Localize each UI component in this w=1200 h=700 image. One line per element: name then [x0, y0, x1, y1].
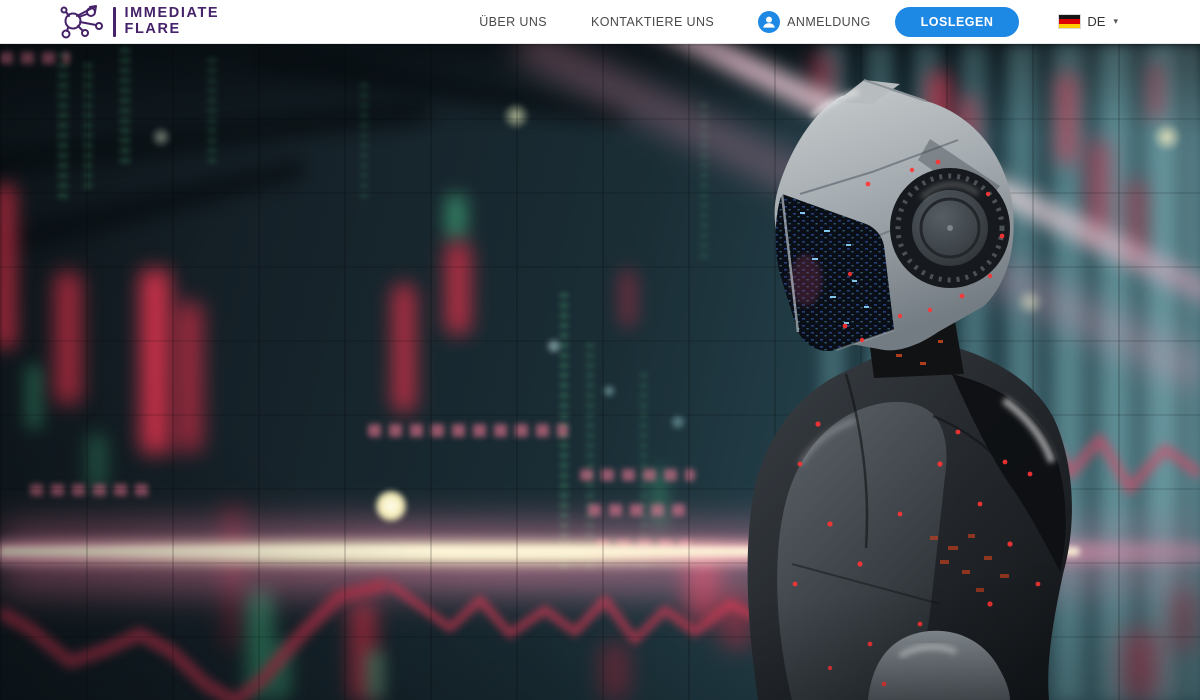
logo[interactable]: IMMEDIATE FLARE — [58, 3, 219, 40]
login-label: ANMELDUNG — [787, 15, 870, 29]
get-started-button[interactable]: LOSLEGEN — [895, 7, 1020, 37]
nav-menu: ÜBER UNS KONTAKTIERE UNS ANMELDUNG — [479, 11, 870, 33]
german-flag-icon — [1059, 15, 1080, 28]
network-doodle-icon — [58, 3, 104, 40]
language-code: DE — [1087, 14, 1105, 29]
hero-image — [0, 44, 1200, 700]
vignette-overlay — [0, 44, 1200, 700]
nav-item-login[interactable]: ANMELDUNG — [758, 11, 870, 33]
nav-item-contact[interactable]: KONTAKTIERE UNS — [591, 15, 714, 29]
chevron-down-icon: ▾ — [1113, 16, 1118, 27]
top-navigation-bar: IMMEDIATE FLARE ÜBER UNS KONTAKTIERE UNS… — [0, 0, 1200, 44]
nav-item-about[interactable]: ÜBER UNS — [479, 15, 547, 29]
logo-separator — [113, 7, 116, 37]
logo-title-line2: FLARE — [125, 22, 220, 37]
language-selector[interactable]: DE ▾ — [1059, 14, 1118, 29]
user-circle-icon — [758, 11, 780, 33]
logo-title-line1: IMMEDIATE — [125, 6, 220, 21]
